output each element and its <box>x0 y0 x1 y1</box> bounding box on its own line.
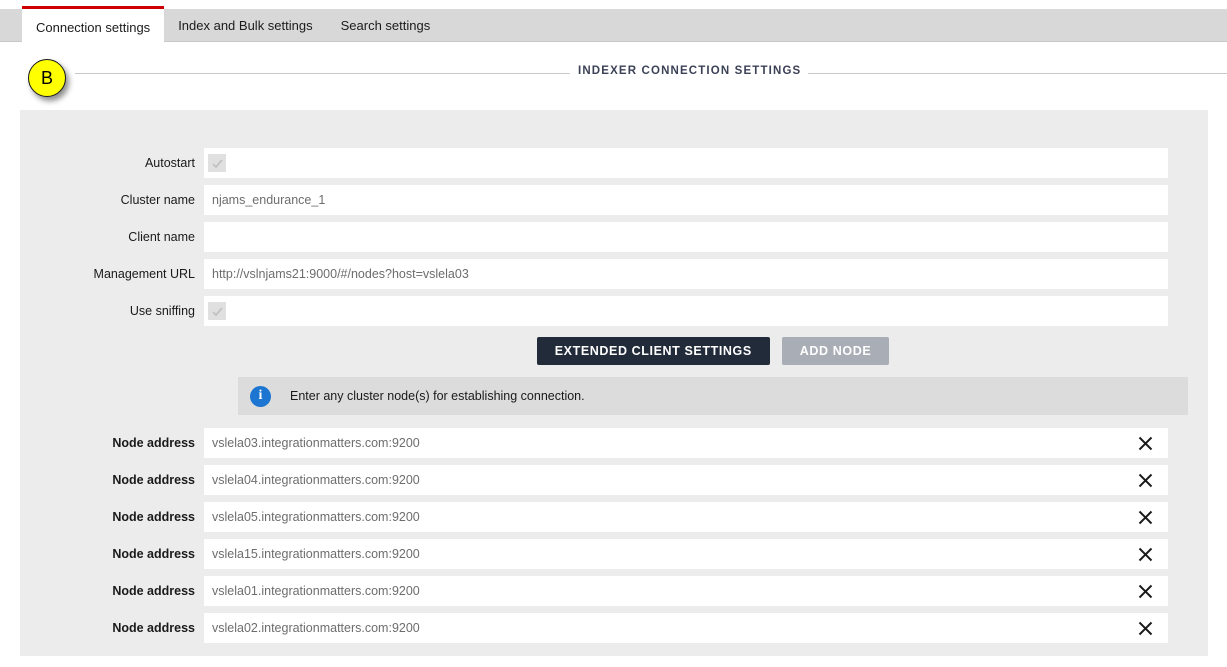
field-label: Autostart <box>144 156 195 170</box>
node-address-label: Node address <box>112 584 195 598</box>
remove-node-icon[interactable] <box>1136 434 1154 452</box>
node-address-label: Node address <box>112 621 195 635</box>
remove-node-icon[interactable] <box>1136 619 1154 637</box>
tab-search-settings[interactable]: Search settings <box>326 9 445 42</box>
node-address-field: vslela05.integrationmatters.com:9200 <box>204 502 1168 532</box>
section-header: INDEXER CONNECTION SETTINGS <box>0 58 1227 90</box>
node-address-field: vslela15.integrationmatters.com:9200 <box>204 539 1168 569</box>
tab-connection-settings[interactable]: Connection settings <box>22 6 165 42</box>
info-icon: i <box>250 385 271 407</box>
node-address-input[interactable]: vslela04.integrationmatters.com:9200 <box>212 473 420 487</box>
section-divider-right <box>808 73 1227 74</box>
node-address-label: Node address <box>112 436 195 450</box>
annotation-badge-b: B <box>28 59 66 97</box>
node-address-input[interactable]: vslela01.integrationmatters.com:9200 <box>212 584 420 598</box>
add-node-button[interactable]: ADD NODE <box>781 337 890 365</box>
checkbox-field[interactable] <box>204 148 1168 178</box>
info-banner: i Enter any cluster node(s) for establis… <box>238 377 1188 415</box>
tab-index-and-bulk-settings[interactable]: Index and Bulk settings <box>164 9 327 42</box>
tab-list: Connection settings Index and Bulk settin… <box>22 6 445 42</box>
node-address-input[interactable]: vslela02.integrationmatters.com:9200 <box>212 621 420 635</box>
text-input-cluster-name[interactable]: njams_endurance_1 <box>204 185 1168 215</box>
node-address-field: vslela01.integrationmatters.com:9200 <box>204 576 1168 606</box>
text-input-client-name[interactable] <box>204 222 1168 252</box>
form-row: Autostart <box>20 148 1168 178</box>
text-input-management-url[interactable]: http://vslnjams21:9000/#/nodes?host=vsle… <box>204 259 1168 289</box>
tab-bar: Connection settings Index and Bulk settin… <box>0 0 1227 42</box>
field-label: Client name <box>128 230 195 244</box>
node-address-input[interactable]: vslela03.integrationmatters.com:9200 <box>212 436 420 450</box>
node-address-row: Node address vslela03.integrationmatters.… <box>20 428 1168 458</box>
node-address-row: Node address vslela04.integrationmatters.… <box>20 465 1168 495</box>
node-address-field: vslela03.integrationmatters.com:9200 <box>204 428 1168 458</box>
node-address-row: Node address vslela05.integrationmatters.… <box>20 502 1168 532</box>
field-label: Management URL <box>93 267 195 281</box>
action-button-row: EXTENDED CLIENT SETTINGS ADD NODE <box>238 337 1188 365</box>
node-address-label: Node address <box>112 510 195 524</box>
remove-node-icon[interactable] <box>1136 545 1154 563</box>
form-row: Management URL http://vslnjams21:9000/#/n… <box>20 259 1168 289</box>
node-address-input[interactable]: vslela15.integrationmatters.com:9200 <box>212 547 420 561</box>
node-address-field: vslela02.integrationmatters.com:9200 <box>204 613 1168 643</box>
info-banner-text: Enter any cluster node(s) for establishi… <box>290 389 585 403</box>
node-address-row: Node address vslela15.integrationmatters.… <box>20 539 1168 569</box>
node-address-row: Node address vslela01.integrationmatters.… <box>20 576 1168 606</box>
remove-node-icon[interactable] <box>1136 508 1154 526</box>
tab-bar-underline <box>0 41 1227 42</box>
checkbox-field[interactable] <box>204 296 1168 326</box>
node-address-label: Node address <box>112 547 195 561</box>
node-address-field: vslela04.integrationmatters.com:9200 <box>204 465 1168 495</box>
field-label: Use sniffing <box>129 304 195 318</box>
connection-settings-panel: Autostart Cluster name njams_endurance_1 Cl… <box>20 110 1208 656</box>
form-row: Cluster name njams_endurance_1 <box>20 185 1168 215</box>
form-row: Client name <box>20 222 1168 252</box>
field-label: Cluster name <box>120 193 195 207</box>
section-divider-left <box>75 73 570 74</box>
remove-node-icon[interactable] <box>1136 471 1154 489</box>
page-title: INDEXER CONNECTION SETTINGS <box>578 65 802 77</box>
extended-client-settings-button[interactable]: EXTENDED CLIENT SETTINGS <box>536 337 770 365</box>
form-row: Use sniffing <box>20 296 1168 326</box>
remove-node-icon[interactable] <box>1136 582 1154 600</box>
checkbox-autostart[interactable] <box>208 154 226 172</box>
node-address-input[interactable]: vslela05.integrationmatters.com:9200 <box>212 510 420 524</box>
node-address-row: Node address vslela02.integrationmatters.… <box>20 613 1168 643</box>
checkbox-use-sniffing[interactable] <box>208 302 226 320</box>
node-address-label: Node address <box>112 473 195 487</box>
